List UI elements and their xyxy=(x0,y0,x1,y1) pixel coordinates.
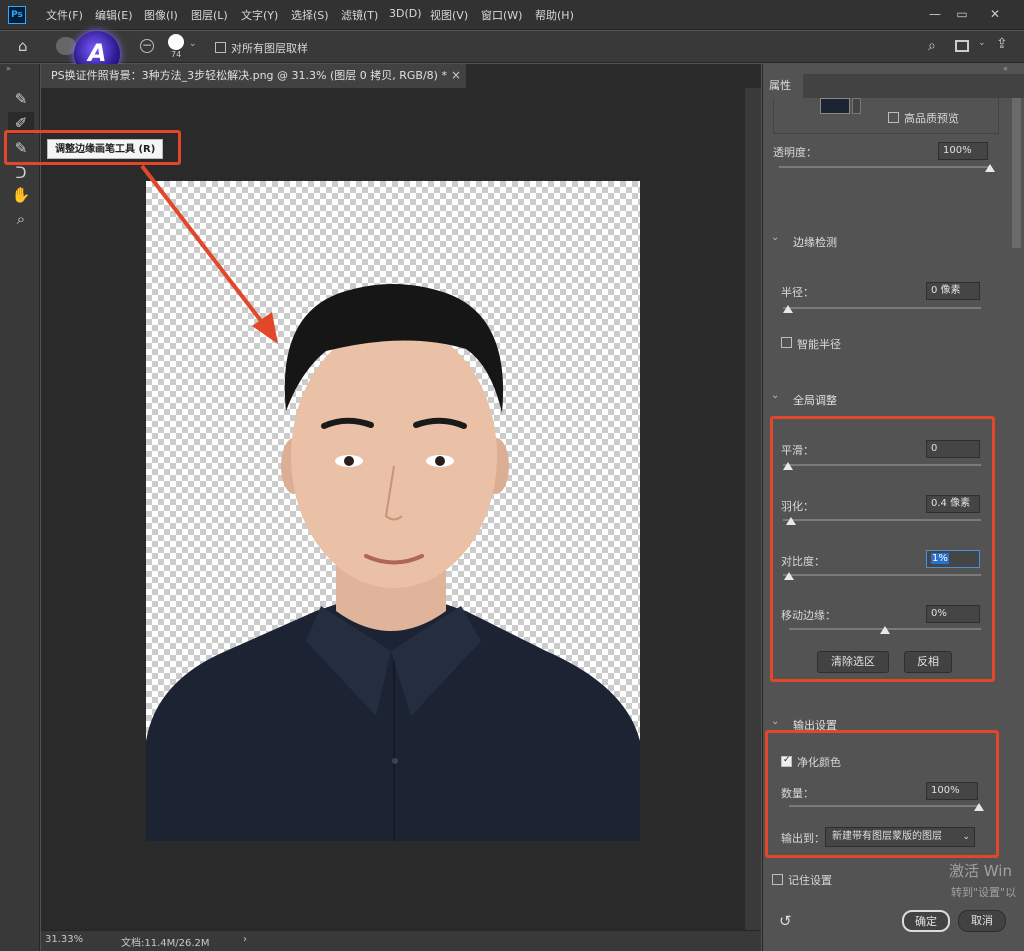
menu-select[interactable]: 选择(S) xyxy=(291,7,329,23)
highlight-global-box xyxy=(770,416,995,682)
opacity-slider-thumb[interactable] xyxy=(985,164,995,172)
annotation-arrow-icon xyxy=(140,164,278,344)
restore-button[interactable]: ▭ xyxy=(951,4,973,24)
menu-layer[interactable]: 图层(L) xyxy=(191,7,228,23)
menu-help[interactable]: 帮助(H) xyxy=(535,7,574,23)
menu-view[interactable]: 视图(V) xyxy=(430,7,468,23)
workspace-icon[interactable] xyxy=(955,40,969,52)
menu-bar: Ps 文件(F) 编辑(E) 图像(I) 图层(L) 文字(Y) 选择(S) 滤… xyxy=(0,0,1024,30)
remember-settings-label: 记住设置 xyxy=(788,874,832,887)
remember-settings-checkbox[interactable] xyxy=(772,874,783,885)
document-tab-title: PS换证件照背景：3种方法_3步轻松解决.png @ 31.3% (图层 0 拷… xyxy=(51,69,447,82)
menu-window[interactable]: 窗口(W) xyxy=(481,7,522,23)
document-tabs: « PS换证件照背景：3种方法_3步轻松解决.png @ 31.3% (图层 0… xyxy=(41,64,761,88)
edge-detection-chevron-icon[interactable]: ⌄ xyxy=(771,232,779,243)
quick-selection-tool-icon[interactable]: ✎ xyxy=(8,88,34,110)
radius-slider[interactable] xyxy=(783,307,981,309)
activation-watermark: 激活 Win xyxy=(949,862,1012,880)
options-bar: ⌂ A − 74 ⌄ 对所有图层取样 ⌕ ⌄ ⇪ xyxy=(0,31,1024,77)
search-icon[interactable]: ⌕ xyxy=(928,38,936,54)
document-tab[interactable]: PS换证件照背景：3种方法_3步轻松解决.png @ 31.3% (图层 0 拷… xyxy=(41,64,466,88)
ok-button[interactable]: 确定 xyxy=(902,910,950,932)
menu-edit[interactable]: 编辑(E) xyxy=(95,7,133,23)
radius-input[interactable]: 0 像素 xyxy=(926,282,980,300)
status-bar: 31.33% 文档:11.4M/26.2M › xyxy=(41,930,761,951)
cancel-button[interactable]: 取消 xyxy=(958,910,1006,932)
menu-type[interactable]: 文字(Y) xyxy=(241,7,278,23)
view-thumbnail[interactable] xyxy=(820,98,850,114)
chevron-down-icon[interactable]: ⌄ xyxy=(189,39,197,49)
share-icon[interactable]: ⇪ xyxy=(996,36,1008,52)
global-adjust-chevron-icon[interactable]: ⌄ xyxy=(771,390,779,401)
menu-file[interactable]: 文件(F) xyxy=(46,7,83,23)
output-settings-chevron-icon[interactable]: ⌄ xyxy=(771,716,779,727)
panel-scrollbar[interactable] xyxy=(1012,98,1021,248)
sample-all-layers-checkbox[interactable] xyxy=(215,42,226,53)
tool-tooltip: 调整边缘画笔工具 (R) xyxy=(47,139,164,159)
status-chevron-icon[interactable]: › xyxy=(243,934,247,945)
canvas-scrollbar[interactable] xyxy=(745,88,761,930)
radius-slider-thumb[interactable] xyxy=(783,305,793,313)
close-tab-icon[interactable]: × xyxy=(447,68,466,82)
menu-filter[interactable]: 滤镜(T) xyxy=(341,7,378,23)
subtract-icon[interactable]: − xyxy=(140,39,154,53)
activation-watermark-sub: 转到"设置"以 xyxy=(951,886,1017,899)
opacity-label: 透明度： xyxy=(773,146,817,159)
brush-size-value: 74 xyxy=(171,50,182,59)
panel-collapse-icon[interactable]: « xyxy=(1003,64,1008,73)
minimize-button[interactable]: — xyxy=(924,4,946,24)
smart-radius-checkbox[interactable] xyxy=(781,337,792,348)
close-window-button[interactable]: ✕ xyxy=(984,4,1006,24)
high-quality-preview-checkbox[interactable] xyxy=(888,112,899,123)
global-adjust-heading[interactable]: 全局调整 xyxy=(793,392,837,408)
highlight-output-box xyxy=(765,730,999,858)
workspace-chevron-icon[interactable]: ⌄ xyxy=(978,38,986,48)
zoom-tool-icon[interactable]: ⌕ xyxy=(8,208,34,230)
high-quality-preview-label: 高品质预览 xyxy=(904,112,959,125)
reset-icon[interactable]: ↺ xyxy=(779,912,792,930)
brush-size-icon[interactable] xyxy=(168,34,184,50)
smart-radius-label: 智能半径 xyxy=(797,338,841,351)
brush-preset-icon[interactable] xyxy=(56,37,76,55)
opacity-slider[interactable] xyxy=(779,166,991,168)
view-dropdown-icon[interactable] xyxy=(852,98,861,114)
home-icon[interactable]: ⌂ xyxy=(18,37,28,55)
lasso-tool-icon[interactable]: ᑐ xyxy=(8,162,34,184)
opacity-input[interactable]: 100% xyxy=(938,142,988,160)
menu-image[interactable]: 图像(I) xyxy=(144,7,178,23)
tab-properties[interactable]: 属性 xyxy=(763,74,803,98)
photoshop-logo-icon: Ps xyxy=(8,6,26,24)
edge-detection-heading[interactable]: 边缘检测 xyxy=(793,234,837,250)
radius-label: 半径： xyxy=(781,286,814,299)
document-size: 文档:11.4M/26.2M xyxy=(121,938,210,949)
hand-tool-icon[interactable]: ✋ xyxy=(8,184,34,206)
menu-3d[interactable]: 3D(D) xyxy=(389,7,422,20)
watermark-letter: A xyxy=(88,39,107,67)
properties-panel: « 属性 高品质预览 透明度： 100% ⌄ 边缘检测 半径： 0 像素 智能半… xyxy=(762,64,1024,951)
tools-panel: » ✎ ✐ ✎ ᑐ ✋ ⌕ xyxy=(0,64,40,951)
sample-all-layers-label: 对所有图层取样 xyxy=(231,42,308,55)
view-mode-box: 高品质预览 xyxy=(773,98,999,134)
zoom-level[interactable]: 31.33% xyxy=(45,934,83,945)
collapse-icon[interactable]: » xyxy=(6,64,11,73)
panel-header: 属性 xyxy=(763,74,1024,98)
